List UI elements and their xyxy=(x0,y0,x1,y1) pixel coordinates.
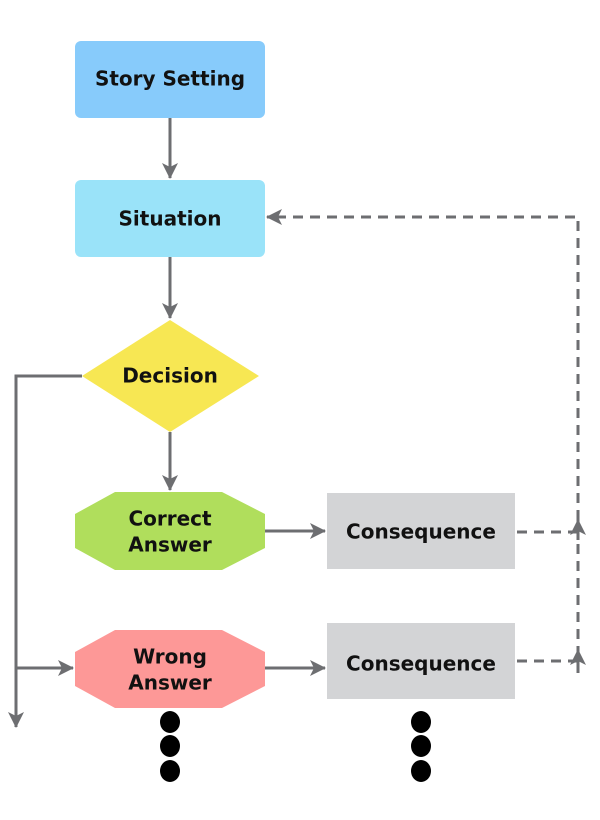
story-setting-label: Story Setting xyxy=(95,67,245,91)
continuation-dots-right xyxy=(411,711,431,782)
wrong-answer-label-line1: Wrong xyxy=(133,645,207,669)
arrow-decision-left-down xyxy=(8,374,82,728)
node-decision: Decision xyxy=(82,320,259,432)
consequence-correct-label: Consequence xyxy=(346,520,496,544)
correct-answer-label-line2: Answer xyxy=(128,533,212,557)
consequence-wrong-label: Consequence xyxy=(346,652,496,676)
situation-label: Situation xyxy=(119,207,222,231)
node-situation: Situation xyxy=(75,180,265,257)
decision-label: Decision xyxy=(122,364,218,388)
node-wrong-answer: Wrong Answer xyxy=(75,630,265,708)
dashed-loop-back-to-situation xyxy=(266,209,580,673)
wrong-answer-label-line2: Answer xyxy=(128,671,212,695)
continuation-dots-left xyxy=(160,711,180,782)
node-story-setting: Story Setting xyxy=(75,41,265,118)
node-consequence-wrong: Consequence xyxy=(327,623,515,699)
correct-answer-label-line1: Correct xyxy=(128,507,212,531)
node-correct-answer: Correct Answer xyxy=(75,492,265,570)
node-consequence-correct: Consequence xyxy=(327,493,515,569)
flowchart: Story Setting Situation Decision Correct… xyxy=(8,41,586,782)
